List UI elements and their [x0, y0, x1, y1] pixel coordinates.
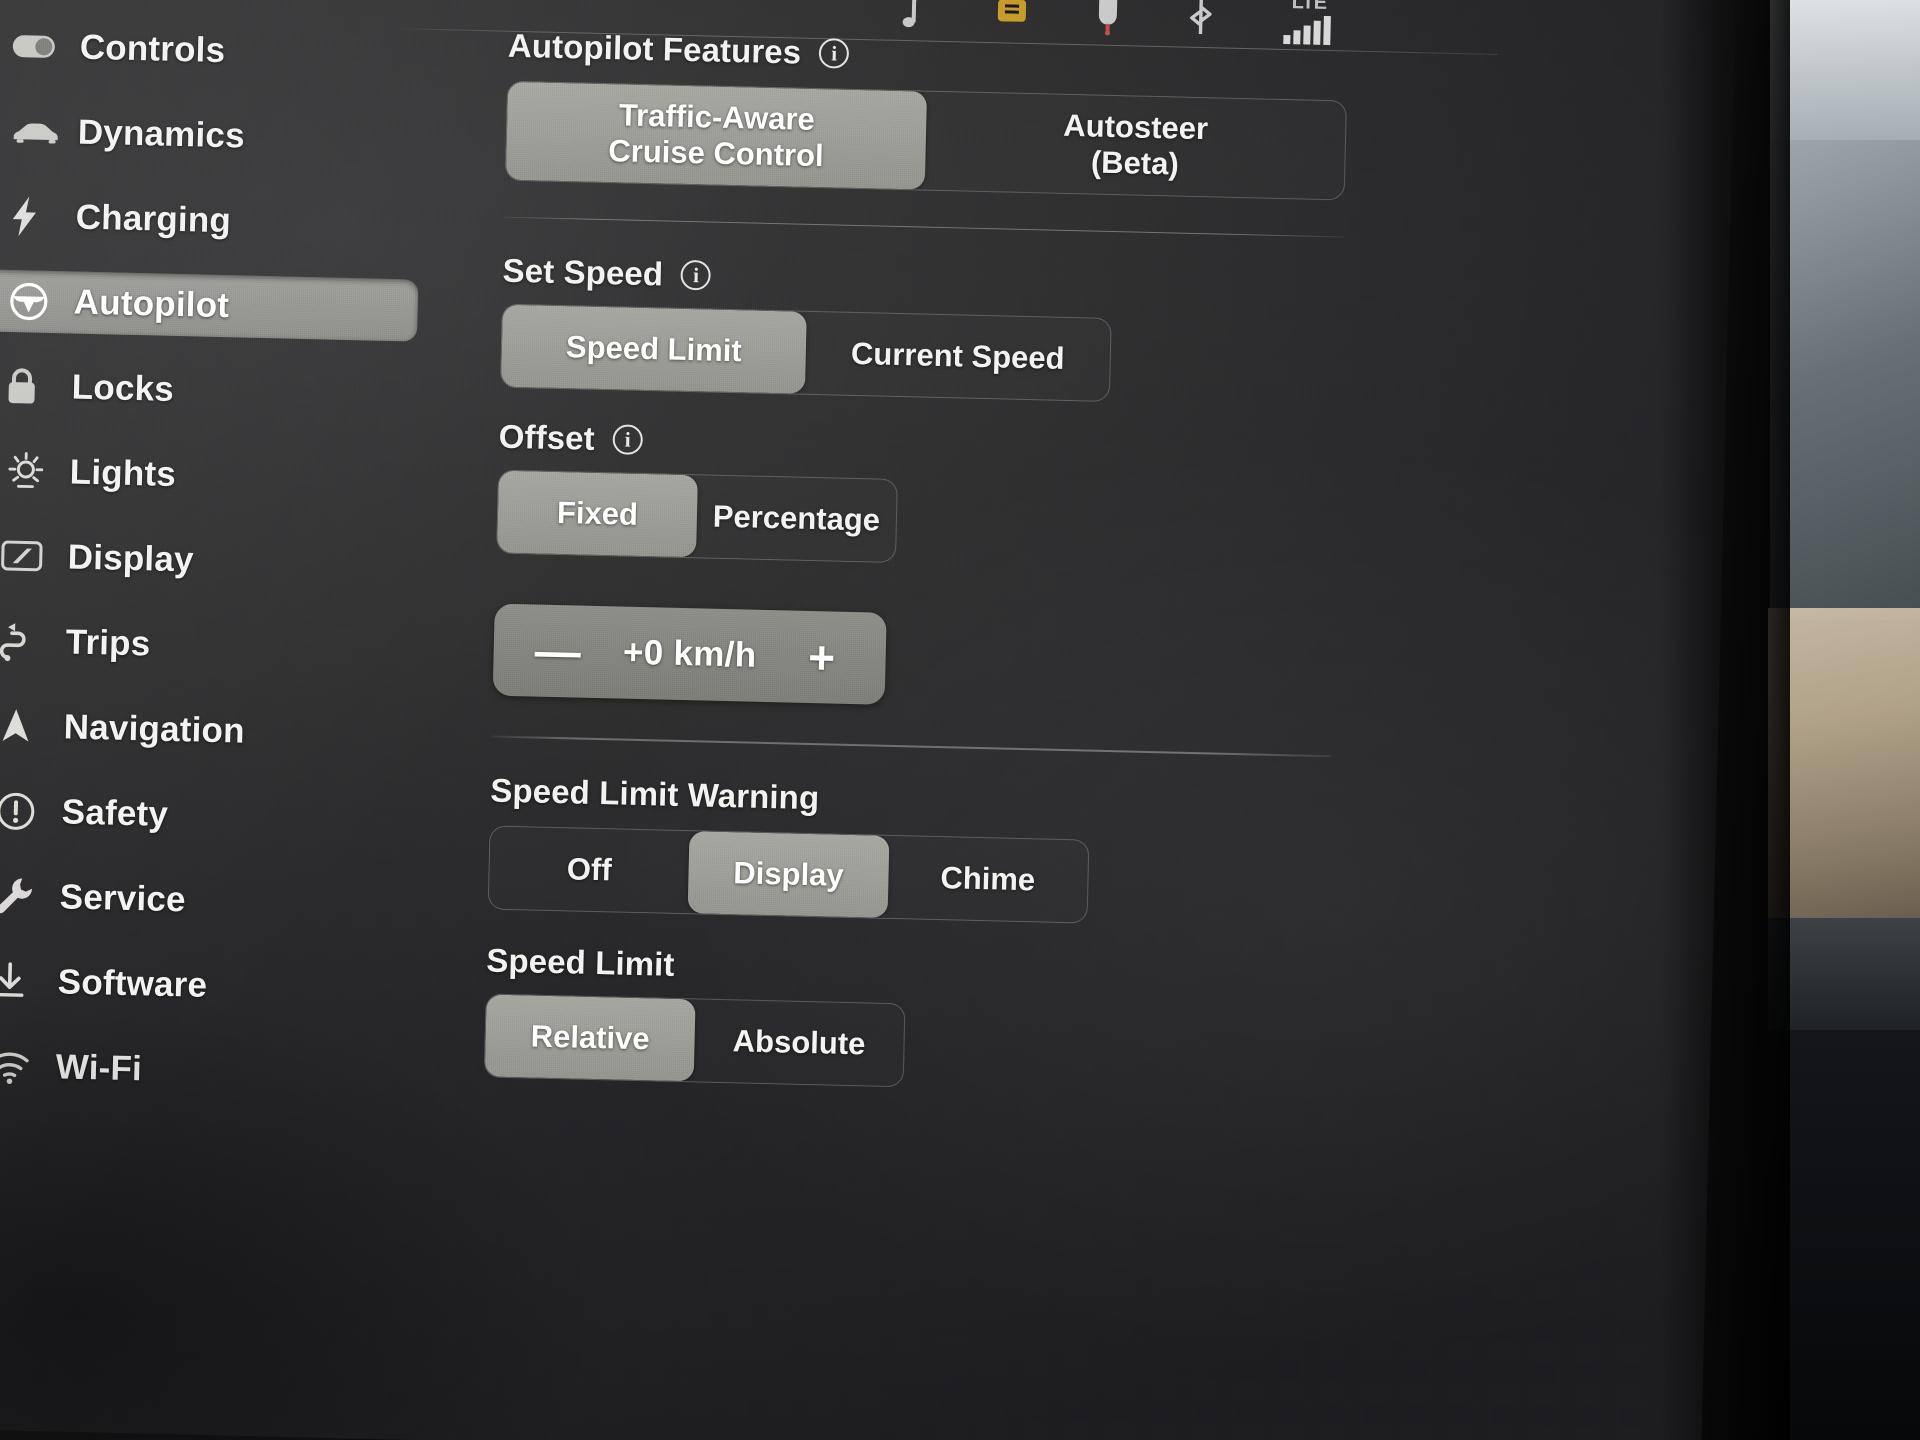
- section-header: Offset i: [498, 418, 1339, 476]
- sidebar-item-display[interactable]: Display: [0, 524, 412, 596]
- section-header: Speed Limit: [486, 941, 1327, 999]
- section-header: Speed Limit Warning: [490, 771, 1331, 829]
- dashboard-wood-trim: [1768, 608, 1920, 928]
- section-divider: [503, 216, 1344, 238]
- sidebar-item-software[interactable]: Software: [0, 949, 402, 1021]
- segment-current-speed[interactable]: Current Speed: [805, 312, 1111, 401]
- sidebar-item-label: Locks: [71, 367, 175, 409]
- autopilot-features-segmented-control: Traffic-Aware Cruise Control Autosteer (…: [504, 80, 1347, 201]
- sidebar-item-dynamics[interactable]: Dynamics: [0, 99, 422, 171]
- sidebar-item-safety[interactable]: Safety: [0, 779, 406, 851]
- download-arrow-icon: [0, 958, 48, 1005]
- info-icon[interactable]: i: [680, 260, 712, 291]
- info-icon[interactable]: i: [612, 424, 644, 456]
- speed-limit-segmented-control: Relative Absolute: [483, 993, 906, 1087]
- segment-absolute[interactable]: Absolute: [694, 999, 905, 1086]
- lightning-bolt-icon: [7, 193, 66, 240]
- segment-speed-limit[interactable]: Speed Limit: [500, 304, 807, 395]
- offset-decrement-button[interactable]: —: [527, 625, 588, 678]
- segment-label-line2: (Beta): [1090, 144, 1180, 182]
- info-icon[interactable]: i: [818, 38, 850, 69]
- segment-chime[interactable]: Chime: [887, 835, 1088, 922]
- segment-percentage[interactable]: Percentage: [696, 476, 897, 563]
- screenshot-root: LTE Controls Dynamics Charging Autopilot…: [0, 0, 1920, 1440]
- sidebar-item-label: Autopilot: [73, 282, 230, 326]
- tpms-warning-icon[interactable]: [1090, 0, 1125, 36]
- section-divider: [491, 735, 1332, 757]
- segment-label-line1: Traffic-Aware: [618, 97, 816, 137]
- sidebar-item-navigation[interactable]: Navigation: [0, 694, 408, 766]
- sidebar-item-label: Dynamics: [77, 112, 246, 156]
- section-title: Speed Limit Warning: [490, 771, 820, 816]
- navigation-arrow-icon: [0, 703, 54, 750]
- segment-traffic-aware-cruise-control[interactable]: Traffic-Aware Cruise Control: [505, 81, 928, 190]
- section-offset: Offset i Fixed Percentage — +0 km/h +: [492, 418, 1339, 716]
- sidebar-item-locks[interactable]: Locks: [0, 354, 416, 426]
- section-title: Speed Limit: [486, 941, 675, 983]
- dashboard-lower-panel: [1768, 918, 1920, 1038]
- seatbelt-warning-icon[interactable]: [994, 0, 1029, 33]
- section-title: Set Speed: [502, 251, 664, 293]
- status-bar-icons: LTE: [898, 0, 1335, 46]
- offset-segmented-control: Fixed Percentage: [496, 469, 898, 564]
- sun-lamp-icon: [1, 448, 60, 495]
- offset-value: +0 km/h: [622, 632, 757, 676]
- segment-label-line2: Cruise Control: [607, 133, 825, 174]
- section-autopilot-features: Autopilot Features i Traffic-Aware Cruis…: [504, 27, 1348, 201]
- sidebar-item-trips[interactable]: Trips: [0, 609, 410, 681]
- display-screen-icon: [0, 533, 58, 580]
- sidebar-item-label: Display: [67, 537, 195, 580]
- sidebar-item-charging[interactable]: Charging: [0, 184, 420, 256]
- offset-increment-button[interactable]: +: [791, 631, 852, 684]
- music-note-icon[interactable]: [898, 0, 933, 31]
- segment-display[interactable]: Display: [687, 830, 890, 918]
- sidebar-item-label: Navigation: [63, 707, 246, 751]
- sidebar-item-autopilot[interactable]: Autopilot: [0, 269, 419, 342]
- sidebar-item-label: Charging: [75, 197, 232, 241]
- dashboard-dark-panel: [1768, 1030, 1920, 1440]
- section-header: Set Speed i: [502, 252, 1343, 310]
- wrench-icon: [0, 873, 50, 920]
- segment-label-line1: Autosteer: [1062, 107, 1209, 147]
- sidebar-item-lights[interactable]: Lights: [0, 439, 414, 511]
- winding-road-icon: [0, 618, 56, 665]
- sidebar-item-service[interactable]: Service: [0, 864, 404, 936]
- steering-wheel-icon: [5, 278, 64, 325]
- sidebar-item-label: Software: [57, 962, 208, 1005]
- section-speed-limit-warning: Speed Limit Warning Off Display Chime: [487, 771, 1331, 929]
- sidebar-item-label: Wi-Fi: [55, 1047, 143, 1089]
- side-window-glass-highlight: [1770, 0, 1920, 140]
- offset-stepper: — +0 km/h +: [492, 603, 887, 706]
- bluetooth-icon[interactable]: [1186, 0, 1221, 37]
- segment-autosteer-beta[interactable]: Autosteer (Beta): [925, 92, 1346, 200]
- exclamation-circle-icon: [0, 788, 52, 835]
- tesla-touchscreen: LTE Controls Dynamics Charging Autopilot…: [0, 0, 1736, 1440]
- screen-bezel-shadow: [1660, 0, 1790, 1440]
- sidebar-item-label: Trips: [65, 622, 151, 664]
- segment-off[interactable]: Off: [489, 826, 690, 913]
- segment-fixed[interactable]: Fixed: [497, 470, 698, 558]
- segment-relative[interactable]: Relative: [484, 994, 696, 1081]
- speed-limit-warning-segmented-control: Off Display Chime: [487, 825, 1090, 924]
- set-speed-segmented-control: Speed Limit Current Speed: [499, 303, 1112, 403]
- section-set-speed: Set Speed i Speed Limit Current Speed: [499, 252, 1343, 408]
- cellular-signal-icon[interactable]: LTE: [1282, 0, 1335, 46]
- sidebar-item-label: Lights: [69, 452, 177, 494]
- sidebar-item-label: Controls: [79, 27, 226, 71]
- car-icon: [9, 108, 68, 155]
- sidebar-item-wifi[interactable]: Wi-Fi: [0, 1034, 400, 1106]
- autopilot-settings-panel: Autopilot Features i Traffic-Aware Cruis…: [483, 27, 1349, 1097]
- sidebar-item-label: Service: [59, 877, 187, 920]
- padlock-icon: [3, 363, 62, 410]
- wifi-icon: [0, 1043, 46, 1090]
- sidebar-item-label: Safety: [61, 792, 169, 834]
- section-title: Offset: [498, 417, 596, 458]
- section-speed-limit: Speed Limit Relative Absolute: [483, 941, 1327, 1097]
- network-type-label: LTE: [1291, 0, 1327, 14]
- settings-sidebar: Controls Dynamics Charging Autopilot Loc…: [0, 14, 468, 1107]
- toggle-switch-icon: [11, 23, 70, 70]
